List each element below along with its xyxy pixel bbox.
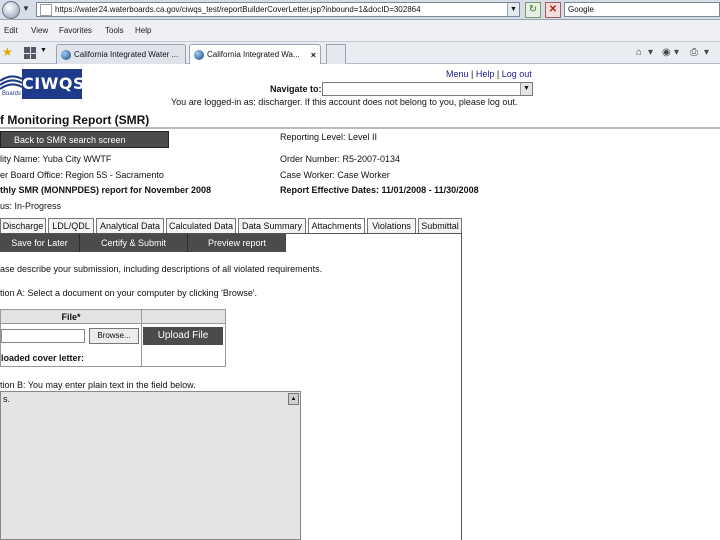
feeds-dropdown-icon[interactable]: ▾ bbox=[674, 47, 679, 58]
textarea-text: s. bbox=[3, 394, 11, 404]
facility-name: lity Name: Yuba City WWTF bbox=[0, 154, 112, 164]
option-b-instructions: tion B: You may enter plain text in the … bbox=[0, 380, 196, 390]
tab-list-dropdown-icon[interactable]: ▼ bbox=[40, 47, 47, 54]
browser-tab-label: California Integrated Wa... bbox=[207, 50, 300, 59]
tab-attachments[interactable]: Attachments bbox=[308, 218, 365, 234]
back-icon[interactable] bbox=[2, 1, 20, 19]
login-notice: You are logged-in as: discharger. If thi… bbox=[171, 97, 518, 107]
quick-tabs-icon[interactable] bbox=[24, 47, 36, 59]
browser-tab-1[interactable]: California Integrated Water ... bbox=[56, 44, 186, 64]
tab-analytical-data[interactable]: Analytical Data bbox=[96, 218, 164, 234]
order-number: Order Number: R5-2007-0134 bbox=[280, 154, 401, 164]
save-for-later-button[interactable]: Save for Later bbox=[0, 234, 80, 252]
menu-view[interactable]: View bbox=[31, 26, 48, 35]
tab-calculated-data[interactable]: Calculated Data bbox=[166, 218, 236, 234]
reporting-level: Reporting Level: Level II bbox=[280, 132, 378, 142]
title-divider bbox=[0, 127, 720, 129]
file-column-header: File* bbox=[1, 310, 141, 324]
browser-tab-row: ★ ▼ California Integrated Water ... Cali… bbox=[0, 42, 720, 64]
back-to-search-button[interactable]: Back to SMR search screen bbox=[0, 131, 169, 148]
menu-link[interactable]: Menu bbox=[446, 69, 469, 79]
url-text[interactable]: https://water24.waterboards.ca.gov/ciwqs… bbox=[55, 5, 507, 14]
help-link[interactable]: Help bbox=[476, 69, 495, 79]
describe-instructions: ase describe your submission, including … bbox=[0, 264, 323, 274]
close-tab-icon[interactable]: × bbox=[307, 50, 316, 60]
preview-report-button[interactable]: Preview report bbox=[188, 234, 286, 252]
navigate-label: Navigate to: bbox=[270, 84, 322, 94]
chevron-down-icon[interactable]: ▼ bbox=[520, 83, 532, 95]
address-bar[interactable]: https://water24.waterboards.ca.gov/ciwqs… bbox=[36, 2, 520, 17]
board-office: er Board Office: Region 5S - Sacramento bbox=[0, 170, 164, 180]
ciwqs-logo: Boards CIWQS bbox=[0, 67, 84, 101]
tab-data-summary[interactable]: Data Summary bbox=[238, 218, 306, 234]
page-icon bbox=[40, 3, 52, 16]
search-input[interactable]: Google bbox=[564, 2, 720, 17]
home-dropdown-icon[interactable]: ▾ bbox=[648, 47, 653, 58]
ie-page-icon bbox=[61, 49, 71, 60]
logo-subtext: Boards bbox=[2, 91, 22, 97]
feeds-icon[interactable]: ◉ bbox=[662, 47, 671, 58]
cover-letter-textarea[interactable]: s. ▲ bbox=[0, 391, 301, 540]
report-status: us: In-Progress bbox=[0, 201, 62, 211]
menu-favorites[interactable]: Favorites bbox=[59, 26, 92, 35]
page-title: f Monitoring Report (SMR) bbox=[0, 113, 150, 127]
effective-dates-label: Report Effective Dates: bbox=[280, 185, 380, 195]
smr-tab-bar: Discharge LDL/QDL Analytical Data Calcul… bbox=[0, 218, 462, 234]
history-dropdown-icon[interactable]: ▼ bbox=[22, 4, 30, 13]
tab-submittal[interactable]: Submittal bbox=[418, 218, 462, 234]
navigate-select[interactable]: ▼ bbox=[322, 82, 533, 96]
option-a-instructions: tion A: Select a document on your comput… bbox=[0, 288, 258, 298]
logo-wordmark: CIWQS bbox=[22, 69, 84, 99]
uploaded-cover-letter-label: loaded cover letter: bbox=[1, 353, 85, 363]
menu-edit[interactable]: Edit bbox=[4, 26, 18, 35]
file-column-header-right bbox=[141, 310, 225, 324]
report-name: thly SMR (MONNPDES) report for November … bbox=[0, 185, 212, 195]
table-divider bbox=[141, 324, 142, 367]
certify-submit-button[interactable]: Certify & Submit bbox=[80, 234, 188, 252]
tab-ldl-qdl[interactable]: LDL/QDL bbox=[48, 218, 94, 234]
browser-tab-label: California Integrated Water ... bbox=[74, 50, 179, 59]
address-dropdown-icon[interactable]: ▼ bbox=[507, 3, 519, 16]
browser-menu-bar: Edit View Favorites Tools Help bbox=[0, 20, 720, 42]
effective-dates-value: 11/01/2008 - 11/30/2008 bbox=[381, 185, 479, 195]
browse-button[interactable]: Browse... bbox=[89, 328, 139, 344]
print-icon[interactable]: ⎙ bbox=[690, 47, 698, 58]
favorites-star-icon[interactable]: ★ bbox=[2, 45, 13, 59]
browser-address-row: ▼ https://water24.waterboards.ca.gov/ciw… bbox=[0, 0, 720, 20]
user-links: Menu | Help | Log out bbox=[446, 69, 532, 79]
file-path-input[interactable] bbox=[1, 329, 85, 343]
print-dropdown-icon[interactable]: ▾ bbox=[704, 47, 709, 58]
home-icon[interactable]: ⌂ bbox=[636, 47, 642, 58]
case-worker: Case Worker: Case Worker bbox=[280, 170, 390, 180]
menu-tools[interactable]: Tools bbox=[105, 26, 124, 35]
browser-tab-2[interactable]: California Integrated Wa... × bbox=[189, 44, 321, 64]
action-bar: Save for Later Certify & Submit Preview … bbox=[0, 234, 286, 252]
stop-icon[interactable]: ✕ bbox=[545, 2, 561, 18]
menu-help[interactable]: Help bbox=[135, 26, 151, 35]
effective-dates: Report Effective Dates: 11/01/2008 - 11/… bbox=[280, 185, 479, 195]
new-tab-button[interactable] bbox=[326, 44, 346, 64]
logout-link[interactable]: Log out bbox=[502, 69, 532, 79]
tab-discharge[interactable]: Discharge bbox=[0, 218, 46, 234]
upload-file-button[interactable]: Upload File bbox=[143, 327, 223, 345]
scroll-up-icon[interactable]: ▲ bbox=[288, 393, 299, 405]
tab-violations[interactable]: Violations bbox=[367, 218, 416, 234]
refresh-icon[interactable]: ↻ bbox=[525, 2, 541, 18]
ie-page-icon bbox=[194, 49, 204, 60]
